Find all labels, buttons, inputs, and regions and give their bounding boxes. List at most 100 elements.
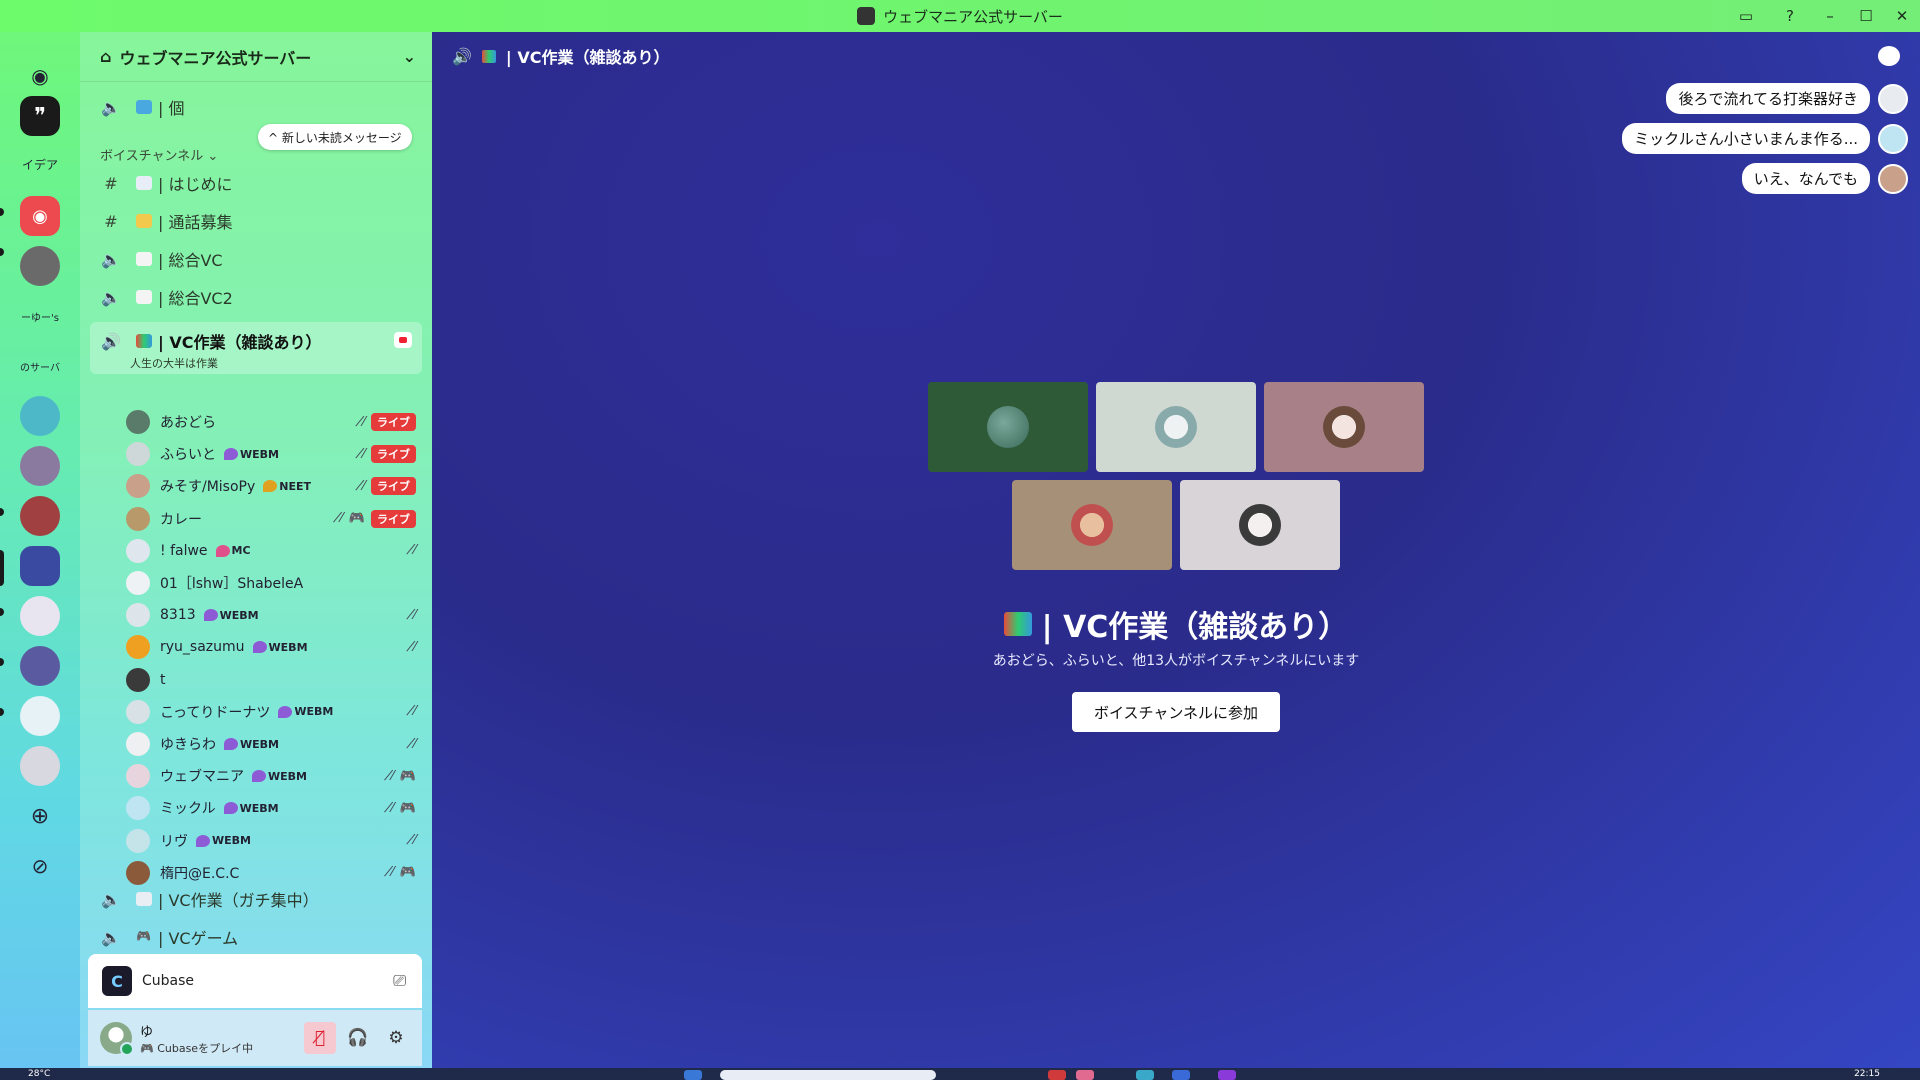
- add-server-icon[interactable]: ⊕: [20, 796, 60, 836]
- voice-user-row[interactable]: こってりドーナツ WEBM ⁄̸: [126, 698, 422, 726]
- server-small-label-1[interactable]: ーゆー's: [20, 296, 60, 336]
- chat-bubble-row: ミックルさん小さいまんま作る...: [1622, 123, 1908, 154]
- taskbar-app-icon[interactable]: [1172, 1070, 1190, 1080]
- taskbar-clock[interactable]: 22:15: [1854, 1068, 1880, 1080]
- server-avatar-webmania[interactable]: [20, 546, 60, 586]
- new-messages-pill[interactable]: ^ 新しい未読メッセージ: [258, 124, 412, 150]
- channel-item[interactable]: 🔈 | 総合VC2: [90, 280, 422, 314]
- voice-user-status: ⁄̸ ライブ: [363, 413, 416, 431]
- taskbar-search[interactable]: [720, 1070, 936, 1080]
- channel-item[interactable]: 🔈 🎮 | VCゲーム: [90, 920, 422, 954]
- voice-user-row[interactable]: カレー ⁄̸ 🎮 ライブ: [126, 505, 422, 533]
- discord-home-icon[interactable]: ◉: [20, 56, 60, 96]
- voice-user-row[interactable]: みそす/MisoPy NEET ⁄̸ ライブ: [126, 472, 422, 500]
- participant-tile[interactable]: [1264, 382, 1424, 472]
- mic-muted-icon: ⁄̸: [362, 446, 365, 462]
- server-avatar-3[interactable]: [20, 446, 60, 486]
- server-avatar-1[interactable]: [20, 246, 60, 286]
- inbox-icon[interactable]: ▭: [1724, 0, 1768, 32]
- chat-avatar: [1878, 83, 1908, 114]
- voice-user-row[interactable]: ゆきらわ WEBM ⁄̸: [126, 730, 422, 758]
- voice-user-row[interactable]: ウェブマニア WEBM ⁄̸ 🎮: [126, 762, 422, 790]
- voice-user-row[interactable]: ! falwe MC ⁄̸: [126, 537, 422, 565]
- voice-user-row[interactable]: ミックル WEBM ⁄̸ 🎮: [126, 794, 422, 822]
- server-avatar-2[interactable]: [20, 396, 60, 436]
- voice-user-row[interactable]: あおどら ⁄̸ ライブ: [126, 408, 422, 436]
- voice-user-row[interactable]: 01［lshw］ShabeleA: [126, 569, 422, 597]
- participant-avatar: [1071, 504, 1113, 546]
- rail-pill-indicator: [0, 248, 4, 256]
- minimize-button[interactable]: –: [1812, 0, 1848, 32]
- books-emoji-icon: [136, 334, 152, 348]
- speaker-icon: 🔊: [101, 331, 121, 351]
- voice-user-row[interactable]: t: [126, 666, 422, 694]
- join-voice-button[interactable]: ボイスチャンネルに参加: [1072, 692, 1280, 732]
- channel-emoji-icon: [136, 100, 152, 114]
- chat-avatar: [1878, 123, 1908, 154]
- participant-tile[interactable]: [1012, 480, 1172, 570]
- main-header-title: | VC作業（雑談あり）: [505, 48, 670, 67]
- channel-item[interactable]: 🔈 | 総合VC: [90, 242, 422, 276]
- taskbar-windows-icon[interactable]: [684, 1070, 702, 1080]
- voice-user-name: 楕円@E.C.C: [160, 865, 240, 882]
- live-stream-icon: [394, 332, 412, 348]
- maximize-button[interactable]: ☐: [1848, 0, 1884, 32]
- taskbar-app-icon[interactable]: [1048, 1070, 1066, 1080]
- voice-user-name: 01［lshw］ShabeleA: [160, 576, 304, 592]
- voice-category-header[interactable]: ボイスチャンネル ⌄: [100, 145, 218, 164]
- participant-tile[interactable]: [928, 382, 1088, 472]
- voice-user-avatar: [126, 732, 150, 756]
- server-avatar-7[interactable]: [20, 696, 60, 736]
- server-header[interactable]: ⌂ ウェブマニア公式サーバー ⌄: [80, 32, 432, 82]
- main-header: 🔊 | VC作業（雑談あり）: [432, 32, 1920, 80]
- role-tag: WEBM: [196, 834, 251, 847]
- active-voice-channel[interactable]: 🔊 | VC作業（雑談あり） 人生の大半は作業: [90, 322, 422, 374]
- channel-item[interactable]: 🔈 | VC作業（ガチ集中）: [90, 882, 422, 916]
- screen-share-icon[interactable]: ⎚: [393, 971, 406, 991]
- taskbar-weather[interactable]: 28°C: [28, 1068, 50, 1080]
- channel-label: | 通話募集: [158, 213, 233, 232]
- window-title: ウェブマニア公式サーバー: [857, 6, 1063, 27]
- headphones-button[interactable]: 🎧: [342, 1022, 374, 1054]
- taskbar-app-icon[interactable]: [1218, 1070, 1236, 1080]
- server-ideas[interactable]: イデア: [20, 144, 60, 184]
- settings-gear-icon[interactable]: ⚙: [380, 1022, 412, 1054]
- chat-bubble-icon[interactable]: [1878, 46, 1900, 66]
- participant-tile[interactable]: [1096, 382, 1256, 472]
- voice-user-row[interactable]: リヴ WEBM ⁄̸: [126, 827, 422, 855]
- channel-item[interactable]: # | 通話募集: [90, 204, 422, 238]
- mute-mic-button[interactable]: 🎙̸: [304, 1022, 336, 1054]
- server-avatar-4[interactable]: [20, 496, 60, 536]
- rail-pill-indicator: [0, 658, 4, 666]
- voice-user-row[interactable]: ふらいと WEBM ⁄̸ ライブ: [126, 440, 422, 468]
- discord-server-icon[interactable]: ◉: [20, 196, 60, 236]
- activity-panel[interactable]: C Cubase ⎚: [88, 954, 422, 1008]
- server-avatar-5[interactable]: [20, 596, 60, 636]
- user-status: 🎮 Cubaseをプレイ中: [140, 1041, 254, 1055]
- voice-user-status: ⁄̸: [414, 543, 416, 558]
- voice-user-row[interactable]: 8313 WEBM ⁄̸: [126, 601, 422, 629]
- channel-item[interactable]: 🔈 | 個: [90, 90, 422, 124]
- participant-avatar: [1323, 406, 1365, 448]
- live-badge: ライブ: [371, 509, 416, 528]
- taskbar-app-icon[interactable]: [1076, 1070, 1094, 1080]
- voice-user-avatar: [126, 796, 150, 821]
- voice-user-avatar: [126, 603, 150, 628]
- channel-item[interactable]: # | はじめに: [90, 166, 422, 200]
- voice-user-row[interactable]: ryu_sazumu WEBM ⁄̸: [126, 633, 422, 661]
- participant-avatar: [1239, 504, 1281, 546]
- server-avatar-6[interactable]: [20, 646, 60, 686]
- close-button[interactable]: ✕: [1884, 0, 1920, 32]
- server-avatar-8[interactable]: [20, 746, 60, 786]
- server-home-icon: ⌂: [100, 47, 112, 66]
- participant-tile[interactable]: [1180, 480, 1340, 570]
- help-icon[interactable]: ?: [1768, 0, 1812, 32]
- server-quote-icon[interactable]: ❞: [20, 96, 60, 136]
- voice-user-status: ⁄̸ 🎮: [392, 801, 416, 816]
- taskbar-app-icon[interactable]: [1136, 1070, 1154, 1080]
- user-avatar[interactable]: [100, 1022, 134, 1056]
- server-small-label-2[interactable]: のサーバ: [20, 346, 60, 386]
- explore-icon[interactable]: ⊘: [20, 846, 60, 886]
- voice-user-status: ⁄̸: [414, 640, 416, 655]
- voice-user-status: ⁄̸ 🎮: [392, 769, 416, 784]
